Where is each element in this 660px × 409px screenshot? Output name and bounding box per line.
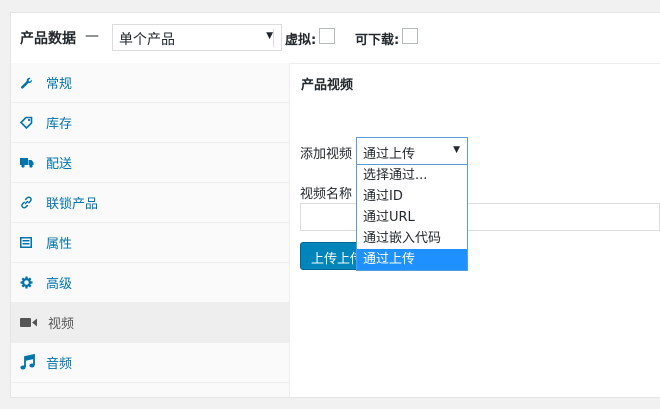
- product-type-select[interactable]: 单个产品 ▼: [112, 24, 282, 51]
- video-source-select[interactable]: 通过上传 ▼: [356, 137, 468, 165]
- tab-linked-products-label: 联锁产品: [46, 197, 99, 212]
- tab-video-label: 视频: [48, 317, 75, 332]
- tab-linked-products[interactable]: 联锁产品: [11, 183, 289, 223]
- link-icon: [20, 196, 40, 209]
- chevron-down-icon: ▼: [453, 145, 460, 155]
- video-name-label: 视频名称: [300, 187, 353, 202]
- product-data-header: 产品数据 — 单个产品 ▼ 虚拟: 可下载:: [11, 13, 660, 64]
- video-tab-panel: 产品视频 添加视频 通过上传 ▼ 视频名称 上传上传 选择通过... 通过ID …: [290, 63, 660, 397]
- video-source-value: 通过上传: [363, 147, 416, 162]
- tab-advanced[interactable]: 高级: [11, 263, 289, 303]
- tab-shipping[interactable]: 配送: [11, 143, 289, 183]
- dropdown-option[interactable]: 选择通过...: [357, 165, 467, 186]
- video-source-dropdown: 选择通过... 通过ID 通过URL 通过嵌入代码 通过上传: [356, 165, 468, 271]
- tag-icon: [20, 116, 40, 129]
- downloadable-checkbox[interactable]: [402, 28, 418, 44]
- tab-general-label: 常规: [46, 77, 73, 92]
- tab-inventory[interactable]: 库存: [11, 103, 289, 143]
- video-camera-icon: [20, 317, 40, 328]
- product-type-value: 单个产品: [119, 32, 175, 48]
- tab-audio[interactable]: 音频: [11, 343, 289, 383]
- list-icon: [20, 237, 40, 248]
- product-data-tabs: 常规 库存 配送 联锁产品 属性 高级 视频 音频: [11, 63, 290, 397]
- truck-icon: [20, 157, 40, 168]
- wrench-icon: [20, 77, 40, 89]
- product-data-panel: 产品数据 — 单个产品 ▼ 虚拟: 可下载: 常规 库存 配送 联锁产品 属性 …: [10, 12, 660, 398]
- video-name-input[interactable]: [300, 203, 660, 231]
- tab-attributes[interactable]: 属性: [11, 223, 289, 263]
- dropdown-option-selected[interactable]: 通过上传: [357, 249, 467, 270]
- tab-attributes-label: 属性: [46, 237, 73, 252]
- tab-general[interactable]: 常规: [11, 63, 289, 103]
- virtual-label: 虚拟:: [285, 33, 317, 48]
- tab-audio-label: 音频: [46, 357, 73, 372]
- title-dash: —: [85, 28, 99, 44]
- tab-shipping-label: 配送: [46, 157, 73, 172]
- dropdown-option[interactable]: 通过URL: [357, 207, 467, 228]
- add-video-label: 添加视频: [300, 147, 353, 162]
- tab-advanced-label: 高级: [46, 277, 73, 292]
- header-divider: [273, 29, 274, 47]
- section-title: 产品视频: [301, 78, 354, 93]
- tab-video[interactable]: 视频: [11, 303, 289, 343]
- virtual-checkbox[interactable]: [319, 28, 335, 44]
- downloadable-label: 可下载:: [355, 33, 400, 48]
- gear-icon: [20, 276, 40, 289]
- dropdown-option[interactable]: 通过ID: [357, 186, 467, 207]
- tab-inventory-label: 库存: [46, 117, 73, 132]
- music-note-icon: [20, 354, 40, 371]
- chevron-down-icon: ▼: [266, 31, 273, 41]
- panel-title: 产品数据: [20, 31, 76, 47]
- dropdown-option[interactable]: 通过嵌入代码: [357, 228, 467, 249]
